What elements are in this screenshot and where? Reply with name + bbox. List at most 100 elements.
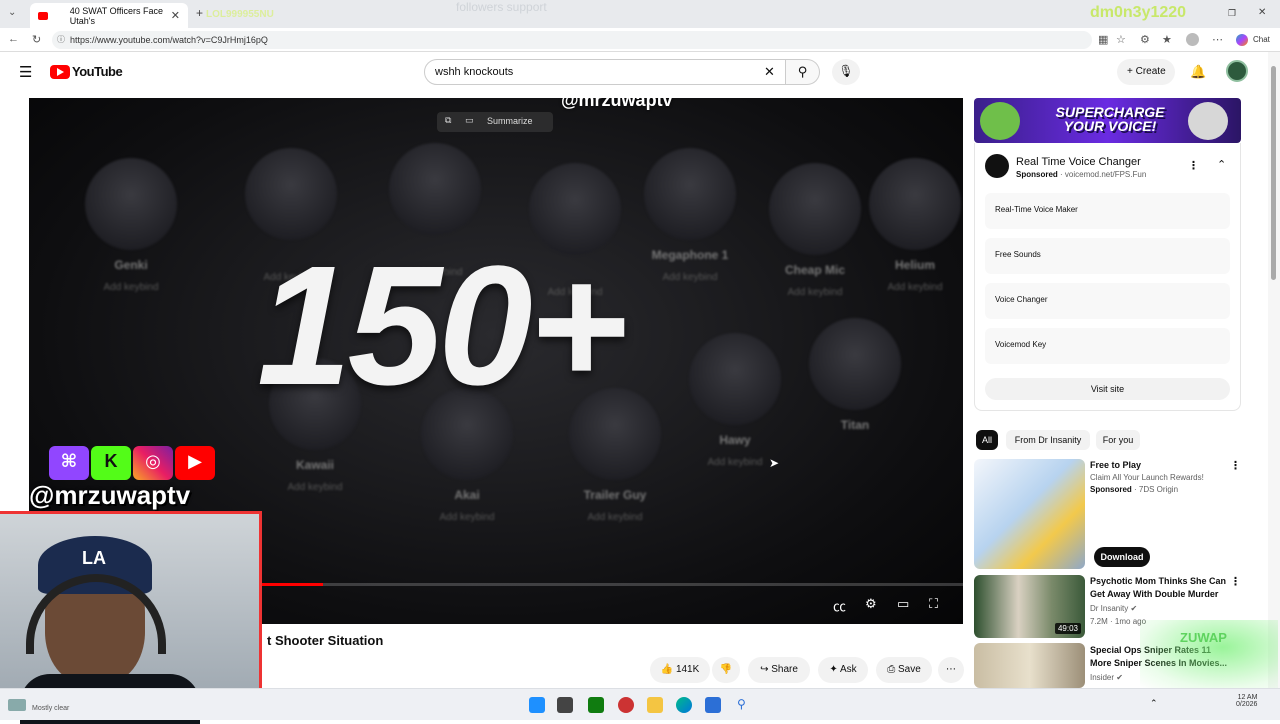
obs-icon[interactable]: [618, 697, 634, 713]
xbox-icon[interactable]: [588, 697, 604, 713]
weather-text[interactable]: Mostly clear: [32, 705, 69, 712]
task-view-icon[interactable]: [557, 697, 573, 713]
fullscreen-icon[interactable]: ⛶: [929, 596, 938, 612]
rec-more-icon[interactable]: ⋮: [1230, 459, 1241, 472]
miniplayer-icon[interactable]: ⧉: [445, 115, 451, 126]
voice-search-button[interactable]: 🎙: [832, 59, 860, 85]
favorite-icon[interactable]: ☆: [1116, 33, 1126, 46]
voice-avatar: [869, 158, 961, 250]
youtube-logo-text[interactable]: YouTube: [72, 64, 123, 79]
rec-title[interactable]: Free to Play: [1090, 459, 1230, 472]
profile-icon[interactable]: [1186, 33, 1199, 46]
close-window-icon[interactable]: ✕: [1258, 7, 1266, 18]
theater-mode-icon[interactable]: ▭: [897, 596, 909, 612]
weather-icon[interactable]: [8, 699, 26, 711]
more-icon[interactable]: ⋯: [1212, 33, 1223, 46]
search-button[interactable]: ⚲: [786, 59, 820, 85]
ask-button[interactable]: ✦ Ask: [818, 657, 868, 683]
voice-name: Cheap Mic: [784, 263, 845, 277]
visit-site-button[interactable]: Visit site: [985, 378, 1230, 400]
stream-overlay-text: followers support: [456, 0, 547, 14]
back-icon[interactable]: ←: [8, 33, 19, 45]
download-button[interactable]: Download: [1094, 547, 1150, 567]
refresh-icon[interactable]: ↻: [32, 33, 41, 46]
filter-chip[interactable]: From Dr Insanity: [1006, 430, 1090, 450]
voice-avatar: [644, 148, 736, 240]
theater-icon[interactable]: ▭: [465, 115, 474, 126]
stream-overlay-text: LOL999955NU: [206, 9, 274, 20]
more-actions-button[interactable]: ⋯: [938, 657, 964, 683]
voice-keybind: Add keybind: [287, 482, 343, 493]
mouse-cursor-icon: ➤: [769, 456, 780, 470]
instagram-icon: ◎: [133, 446, 173, 480]
sponsored-label: Sponsored: [1090, 485, 1132, 494]
ad-title[interactable]: Real Time Voice Changer: [1016, 156, 1141, 168]
voice-name: Megaphone 1: [651, 248, 729, 262]
ad-character-right: [1188, 102, 1228, 140]
ad-sitelink[interactable]: Voicemod Key: [985, 328, 1230, 364]
video-watermark: @mrzuwaptv: [561, 98, 673, 110]
share-button[interactable]: ↪ Share: [748, 657, 810, 683]
rec-title[interactable]: Psychotic Mom Thinks She Can Get Away Wi…: [1090, 575, 1230, 601]
store-icon[interactable]: [705, 697, 721, 713]
rec-channel-name: Dr Insanity: [1090, 604, 1129, 613]
captions-icon[interactable]: ㏄: [833, 596, 846, 615]
site-info-icon[interactable]: ⓘ: [57, 34, 65, 45]
save-button[interactable]: ⎙ Save: [876, 657, 932, 683]
tab-list-icon[interactable]: ⌄: [8, 7, 16, 18]
page-scrollbar[interactable]: [1268, 52, 1280, 688]
scrollbar-thumb[interactable]: [1271, 66, 1276, 280]
avatar[interactable]: [1226, 60, 1248, 82]
filter-chip[interactable]: All: [976, 430, 998, 450]
ad-sitelink[interactable]: Free Sounds: [985, 238, 1230, 274]
file-explorer-icon[interactable]: [647, 697, 663, 713]
chat-label[interactable]: Chat: [1253, 35, 1270, 44]
ad-banner[interactable]: SUPERCHARGE YOUR VOICE!: [974, 98, 1241, 143]
voice-avatar: [689, 333, 781, 425]
voice-avatar: [85, 158, 177, 250]
edge-icon[interactable]: [676, 697, 692, 713]
twitch-icon: ⌘: [49, 446, 89, 480]
extensions-icon[interactable]: ⚙: [1140, 33, 1150, 46]
summarize-button[interactable]: ⧉ ▭ Summarize: [437, 112, 553, 132]
browser-tab[interactable]: 40 SWAT Officers Face Utah's ✕: [30, 3, 188, 28]
url-field[interactable]: ⓘ https://www.youtube.com/watch?v=C9JrHm…: [52, 31, 1092, 49]
search-taskbar-icon[interactable]: ⚲: [737, 697, 746, 711]
ad-sitelink[interactable]: Voice Changer: [985, 283, 1230, 319]
ad-sitelink[interactable]: Real-Time Voice Maker: [985, 193, 1230, 229]
search-input[interactable]: wshh knockouts: [424, 59, 786, 85]
voice-name: Titan: [840, 418, 870, 432]
rec-thumbnail[interactable]: [974, 643, 1085, 688]
like-button[interactable]: 👍 141K: [650, 657, 710, 683]
start-icon[interactable]: [529, 697, 545, 713]
filter-chip[interactable]: For you: [1096, 430, 1140, 450]
ad-more-icon[interactable]: ⋮: [1188, 159, 1199, 172]
settings-gear-icon[interactable]: ⚙: [865, 596, 877, 612]
rec-thumbnail[interactable]: [974, 459, 1085, 569]
favorites-bar-icon[interactable]: ★: [1162, 33, 1172, 46]
advertiser-logo-icon[interactable]: [985, 154, 1009, 178]
tray-chevron-icon[interactable]: ⌃: [1150, 698, 1158, 709]
clear-search-icon[interactable]: ✕: [764, 64, 775, 80]
close-tab-icon[interactable]: ✕: [171, 9, 180, 22]
youtube-icon: ▶: [175, 446, 215, 480]
create-button[interactable]: + Create: [1117, 59, 1175, 85]
rec-more-icon[interactable]: ⋮: [1230, 575, 1241, 588]
collapse-chevron-icon[interactable]: ⌃: [1217, 158, 1226, 171]
youtube-logo-icon[interactable]: [50, 65, 70, 79]
voice-keybind: Add keybind: [787, 287, 843, 298]
voice-name: Genki: [114, 258, 148, 272]
download-label: Download: [1100, 552, 1144, 562]
voice-keybind: Add keybind: [662, 272, 718, 283]
rec-channel: 7DS Origin: [1138, 485, 1179, 494]
voice-name: Trailer Guy: [583, 488, 647, 502]
copilot-icon[interactable]: [1236, 34, 1248, 46]
dislike-button[interactable]: 👎: [712, 657, 740, 683]
notifications-bell-icon[interactable]: 🔔: [1190, 64, 1206, 80]
menu-icon[interactable]: ☰: [19, 63, 32, 81]
rec-thumbnail[interactable]: 49:03: [974, 575, 1085, 638]
new-tab-icon[interactable]: +: [196, 6, 203, 20]
clock[interactable]: 12 AM 0/2026: [1236, 694, 1257, 708]
reader-icon[interactable]: ▦: [1098, 33, 1108, 46]
restore-icon[interactable]: ❐: [1228, 8, 1236, 19]
